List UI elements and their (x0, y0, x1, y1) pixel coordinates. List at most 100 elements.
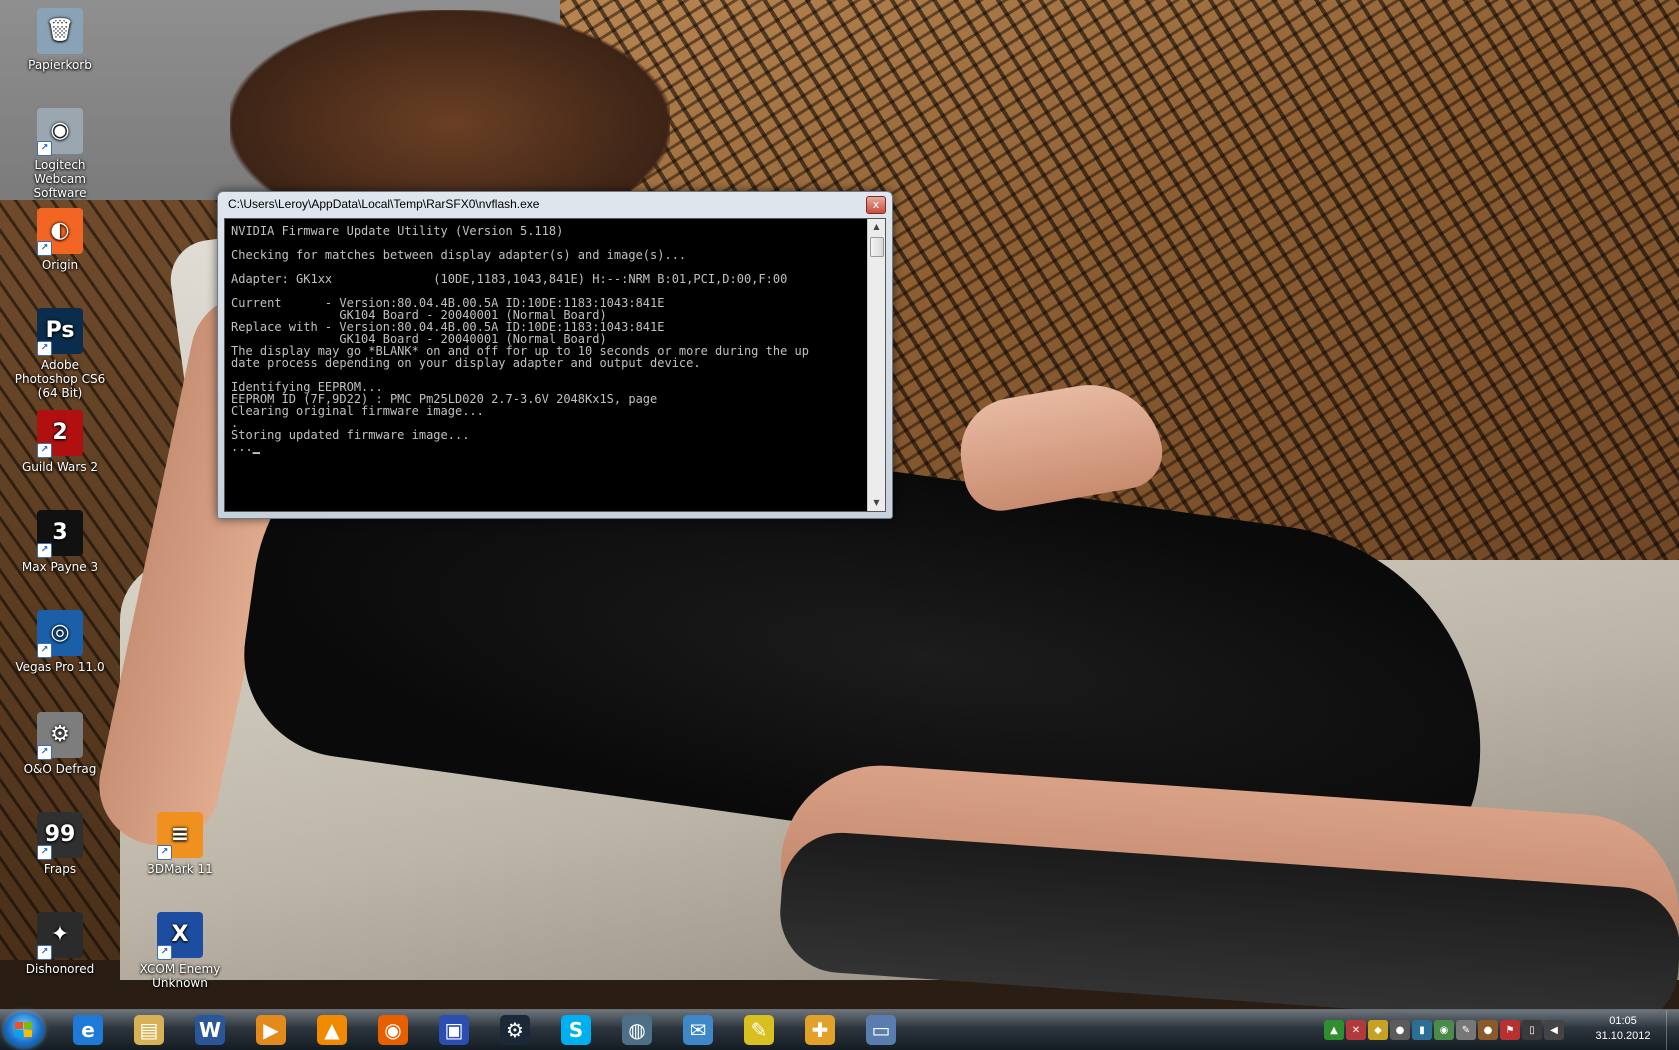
firefox-icon: ◉ (378, 1015, 408, 1045)
shortcut-arrow-icon: ↗ (37, 543, 52, 558)
desktop-shortcut-label: Dishonored (25, 962, 95, 976)
defrag-icon: ⚙ ↗ (37, 712, 83, 760)
desktop-shortcut-defrag[interactable]: ⚙ ↗ O&O Defrag (8, 712, 112, 776)
steam-icon: ⚙ (500, 1015, 530, 1045)
desktop-wallpaper (0, 0, 1679, 1049)
taskbar-audio-app-button[interactable]: ◍ (613, 1013, 661, 1047)
shortcut-arrow-icon: ↗ (37, 643, 52, 658)
shortcut-arrow-icon: ↗ (157, 945, 172, 960)
file-explorer-icon: ▤ (134, 1015, 164, 1045)
windows-logo-icon (15, 1022, 33, 1038)
shortcut-arrow-icon: ↗ (37, 443, 52, 458)
scroll-up-arrow-icon[interactable]: ▲ (868, 219, 885, 235)
save-disk-icon: ▣ (439, 1015, 469, 1045)
desktop-shortcut-photoshop[interactable]: Ps ↗ Adobe Photoshop CS6 (64 Bit) (8, 308, 112, 400)
skype-icon: S (561, 1015, 591, 1045)
taskbar-puzzle-app-button[interactable]: ✚ (796, 1013, 844, 1047)
taskbar: e ▤ W ▶ ▲ ◉ ▣ ⚙ S ◍ ✉ ✎ ✚ ▭ ▲ ✕ ◆ ● ▮ ◉ ✎ ● ⚑ ▯ ◀ 01:05 31.10.2… (0, 1009, 1679, 1050)
desktop-shortcut-label: Papierkorb (28, 58, 92, 72)
desktop-shortcut-fraps[interactable]: 99 ↗ Fraps (8, 812, 112, 876)
xcom-icon: X ↗ (157, 912, 203, 960)
tray-app-7-icon[interactable]: ✎ (1456, 1020, 1476, 1040)
clock-date: 31.10.2012 (1595, 1030, 1651, 1042)
desktop-shortcut-label: Adobe Photoshop CS6 (64 Bit) (14, 358, 106, 400)
desktop-shortcut-label: O&O Defrag (23, 762, 97, 776)
audio-app-icon: ◍ (622, 1015, 652, 1045)
console-titlebar[interactable]: C:\Users\Leroy\AppData\Local\Temp\RarSFX… (218, 192, 892, 216)
show-desktop-button[interactable] (1666, 1010, 1679, 1050)
tray-app-4-icon[interactable]: ● (1390, 1020, 1410, 1040)
3dmark-icon: ≡ ↗ (157, 812, 203, 860)
tray-app-6-icon[interactable]: ◉ (1434, 1020, 1454, 1040)
desktop-shortcut-recycle-bin[interactable]: 🗑 Papierkorb (8, 8, 112, 72)
console-scrollbar[interactable]: ▲ ▼ (867, 219, 885, 511)
taskbar-internet-explorer-button[interactable]: e (64, 1013, 112, 1047)
console-window[interactable]: C:\Users\Leroy\AppData\Local\Temp\RarSFX… (217, 191, 893, 519)
desktop-shortcut-vegas-pro[interactable]: ◎ ↗ Vegas Pro 11.0 (8, 610, 112, 674)
taskbar-vlc-button[interactable]: ▲ (308, 1013, 356, 1047)
console-output: NVIDIA Firmware Update Utility (Version … (231, 224, 809, 454)
tray-app-1-icon[interactable]: ▲ (1324, 1020, 1344, 1040)
taskbar-steam-button[interactable]: ⚙ (491, 1013, 539, 1047)
shortcut-arrow-icon: ↗ (37, 341, 52, 356)
tray-volume-icon[interactable]: ◀ (1544, 1020, 1564, 1040)
dishonored-icon: ✦ ↗ (37, 912, 83, 960)
taskbar-file-explorer-button[interactable]: ▤ (125, 1013, 173, 1047)
shortcut-arrow-icon: ↗ (37, 241, 52, 256)
desktop-shortcut-label: Logitech Webcam Software (33, 158, 87, 200)
display-app-icon: ▭ (866, 1015, 896, 1045)
tray-app-8-icon[interactable]: ● (1478, 1020, 1498, 1040)
taskbar-microsoft-word-button[interactable]: W (186, 1013, 234, 1047)
microsoft-word-icon: W (195, 1015, 225, 1045)
vlc-icon: ▲ (317, 1015, 347, 1045)
tray-app-5-icon[interactable]: ▮ (1412, 1020, 1432, 1040)
shortcut-arrow-icon: ↗ (37, 745, 52, 760)
system-tray: ▲ ✕ ◆ ● ▮ ◉ ✎ ● ⚑ ▯ ◀ (1324, 1020, 1564, 1040)
shortcut-arrow-icon: ↗ (37, 141, 52, 156)
fraps-icon: 99 ↗ (37, 812, 83, 860)
puzzle-app-icon: ✚ (805, 1015, 835, 1045)
taskbar-tool-app-button[interactable]: ✎ (735, 1013, 783, 1047)
console-body[interactable]: NVIDIA Firmware Update Utility (Version … (224, 218, 886, 512)
clock-time: 01:05 (1609, 1015, 1637, 1027)
desktop-shortcut-webcam[interactable]: ◉ ↗ Logitech Webcam Software (8, 108, 112, 200)
scrollbar-thumb[interactable] (870, 237, 884, 257)
desktop-shortcut-label: Guild Wars 2 (21, 460, 99, 474)
scroll-down-arrow-icon[interactable]: ▼ (868, 495, 885, 511)
taskbar-mail-app-button[interactable]: ✉ (674, 1013, 722, 1047)
max-payne-3-icon: 3 ↗ (37, 510, 83, 558)
desktop-shortcut-guild-wars-2[interactable]: 2 ↗ Guild Wars 2 (8, 410, 112, 474)
photoshop-icon: Ps ↗ (37, 308, 83, 356)
taskbar-display-app-button[interactable]: ▭ (857, 1013, 905, 1047)
desktop-shortcut-label: Max Payne 3 (21, 560, 99, 574)
shortcut-arrow-icon: ↗ (37, 845, 52, 860)
internet-explorer-icon: e (73, 1015, 103, 1045)
taskbar-clock[interactable]: 01:05 31.10.2012 (1588, 1014, 1658, 1044)
desktop-shortcut-label: XCOM Enemy Unknown (139, 962, 221, 990)
mail-app-icon: ✉ (683, 1015, 713, 1045)
desktop-shortcut-max-payne-3[interactable]: 3 ↗ Max Payne 3 (8, 510, 112, 574)
console-title: C:\Users\Leroy\AppData\Local\Temp\RarSFX… (228, 197, 540, 211)
tray-app-9-icon[interactable]: ⚑ (1500, 1020, 1520, 1040)
origin-icon: ◐ ↗ (37, 208, 83, 256)
media-player-icon: ▶ (256, 1015, 286, 1045)
desktop-shortcut-label: Fraps (43, 862, 77, 876)
taskbar-skype-button[interactable]: S (552, 1013, 600, 1047)
desktop-shortcut-label: Origin (41, 258, 79, 272)
desktop-shortcut-origin[interactable]: ◐ ↗ Origin (8, 208, 112, 272)
desktop-shortcut-dishonored[interactable]: ✦ ↗ Dishonored (8, 912, 112, 976)
shortcut-arrow-icon: ↗ (37, 945, 52, 960)
tray-network-icon[interactable]: ▯ (1522, 1020, 1542, 1040)
tray-app-3-icon[interactable]: ◆ (1368, 1020, 1388, 1040)
guild-wars-2-icon: 2 ↗ (37, 410, 83, 458)
vegas-pro-icon: ◎ ↗ (37, 610, 83, 658)
wallpaper-hair (230, 10, 670, 200)
desktop-shortcut-xcom[interactable]: X ↗ XCOM Enemy Unknown (128, 912, 232, 990)
desktop-shortcut-3dmark[interactable]: ≡ ↗ 3DMark 11 (128, 812, 232, 876)
tray-app-2-icon[interactable]: ✕ (1346, 1020, 1366, 1040)
taskbar-media-player-button[interactable]: ▶ (247, 1013, 295, 1047)
taskbar-save-disk-button[interactable]: ▣ (430, 1013, 478, 1047)
close-button[interactable]: x (866, 196, 886, 214)
taskbar-firefox-button[interactable]: ◉ (369, 1013, 417, 1047)
start-button[interactable] (4, 1012, 44, 1048)
